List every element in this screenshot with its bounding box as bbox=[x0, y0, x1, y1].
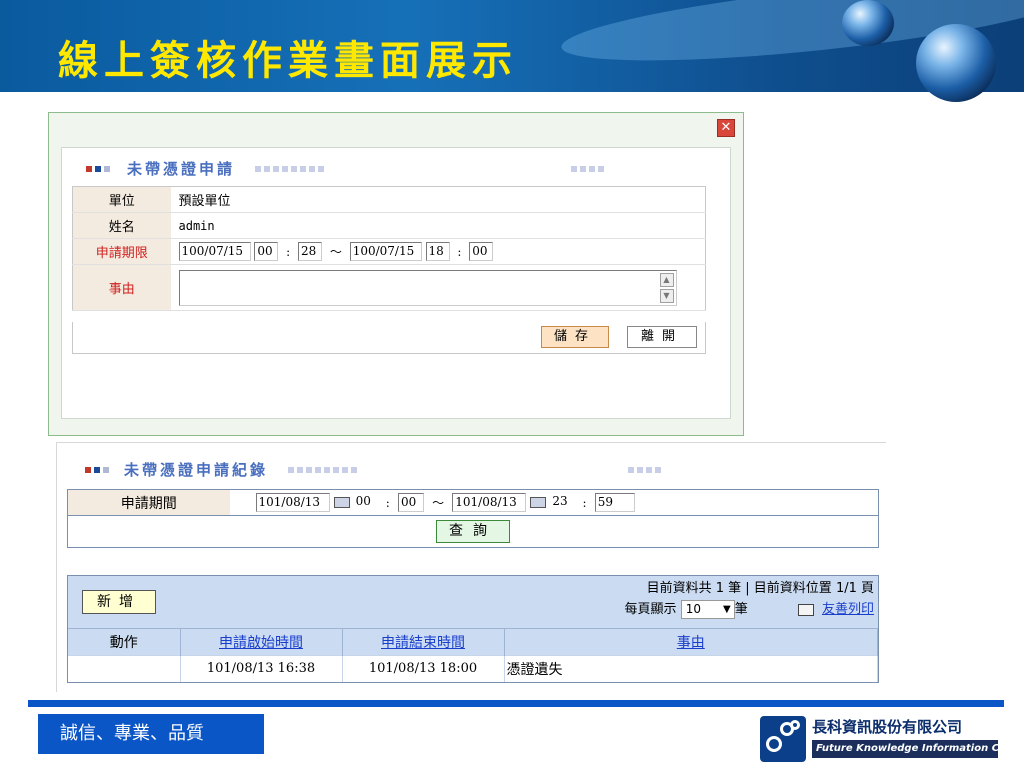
start-date-input[interactable]: 100/07/15 bbox=[178, 242, 251, 261]
form-row-period: 申請期限 100/07/15 00 : 28 ～ 100/07/15 18 : … bbox=[72, 238, 706, 265]
friendly-print-link[interactable]: 友善列印 bbox=[822, 602, 874, 617]
form-row-reason: 事由 ▲ ▼ bbox=[72, 264, 706, 311]
query-start-date-input[interactable]: 101/08/13 bbox=[255, 493, 330, 512]
save-button[interactable]: 儲存 bbox=[541, 326, 609, 348]
query-start-hour-input[interactable]: 00 bbox=[353, 493, 378, 512]
query-end-hour-input[interactable]: 23 bbox=[550, 493, 575, 512]
globe-icon-small bbox=[842, 0, 894, 46]
start-hour-input[interactable]: 00 bbox=[254, 242, 279, 261]
chevron-down-icon: ▼ bbox=[722, 604, 731, 615]
table-row: 101/08/13 16:38 101/08/13 18:00 憑證遺失 bbox=[68, 655, 878, 682]
time-colon: : bbox=[457, 244, 462, 259]
name-label: 姓名 bbox=[72, 212, 171, 239]
printer-icon[interactable] bbox=[797, 603, 814, 616]
time-colon: : bbox=[582, 495, 587, 510]
records-list: 新增 目前資料共 1 筆 | 目前資料位置 1/1 頁 每頁顯示 10 ▼ 筆 友善… bbox=[67, 575, 879, 683]
list-info: 目前資料共 1 筆 | 目前資料位置 1/1 頁 每頁顯示 10 ▼ 筆 友善列印 bbox=[625, 578, 874, 620]
end-hour-input[interactable]: 18 bbox=[425, 242, 450, 261]
dialog-content: 未帶憑證申請 單位 預設單位 姓名 admin 申請期限 100/07/15 0… bbox=[61, 147, 731, 419]
scroll-down-icon[interactable]: ▼ bbox=[659, 288, 674, 303]
query-period-label: 申請期間 bbox=[67, 489, 230, 516]
time-colon: : bbox=[385, 495, 390, 510]
page-size-select[interactable]: 10 ▼ bbox=[680, 600, 735, 619]
bullet-icon bbox=[104, 165, 110, 172]
reason-cell: ▲ ▼ bbox=[170, 264, 706, 311]
slide-title: 線上簽核作業畫面展示 bbox=[58, 37, 518, 84]
start-minute-input[interactable]: 28 bbox=[298, 242, 323, 261]
company-logo-icon bbox=[760, 716, 806, 762]
form-row-unit: 單位 預設單位 bbox=[72, 186, 706, 213]
unit-value: 預設單位 bbox=[170, 186, 706, 213]
calendar-icon[interactable] bbox=[530, 497, 547, 508]
scroll-up-icon[interactable]: ▲ bbox=[659, 272, 674, 287]
range-separator: ～ bbox=[329, 245, 342, 259]
records-panel: 未帶憑證申請紀錄 申請期間 101/08/13 00 : 00 ～ 101/08… bbox=[56, 442, 886, 692]
sort-reason-link[interactable]: 事由 bbox=[677, 635, 705, 651]
page-size-value: 10 bbox=[685, 602, 701, 616]
row-action-cell bbox=[68, 655, 181, 682]
query-form: 申請期間 101/08/13 00 : 00 ～ 101/08/13 23 : … bbox=[67, 489, 879, 548]
form-row-name: 姓名 admin bbox=[72, 212, 706, 239]
footer-divider bbox=[28, 700, 1004, 707]
sort-end-link[interactable]: 申請結束時間 bbox=[381, 635, 465, 651]
records-section-title: 未帶憑證申請紀錄 bbox=[124, 461, 269, 479]
records-section-header: 未帶憑證申請紀錄 bbox=[85, 459, 664, 480]
bullet-icon bbox=[86, 165, 92, 172]
dialog-section-header: 未帶憑證申請 bbox=[86, 158, 607, 179]
query-end-date-input[interactable]: 101/08/13 bbox=[452, 493, 527, 512]
company-name: 長科資訊股份有限公司 bbox=[812, 718, 963, 736]
reason-label: 事由 bbox=[72, 264, 171, 311]
row-end-cell: 101/08/13 18:00 bbox=[342, 655, 505, 682]
query-start-minute-input[interactable]: 00 bbox=[397, 493, 424, 512]
page-size-row: 每頁顯示 10 ▼ 筆 友善列印 bbox=[625, 599, 874, 620]
sort-start-link[interactable]: 申請啟始時間 bbox=[219, 635, 303, 651]
column-header-action: 動作 bbox=[68, 628, 181, 656]
column-header-end[interactable]: 申請結束時間 bbox=[342, 628, 505, 656]
column-header-reason[interactable]: 事由 bbox=[504, 628, 878, 656]
add-button[interactable]: 新增 bbox=[82, 590, 156, 614]
row-start-cell: 101/08/13 16:38 bbox=[180, 655, 343, 682]
record-count-text: 目前資料共 1 筆 | 目前資料位置 1/1 頁 bbox=[646, 581, 874, 596]
period-label: 申請期限 bbox=[72, 238, 171, 265]
query-period-inputs: 101/08/13 00 : 00 ～ 101/08/13 23 : 59 bbox=[229, 489, 879, 516]
page-size-unit: 筆 bbox=[734, 602, 748, 617]
dialog-button-row: 儲存 離開 bbox=[72, 322, 706, 354]
application-dialog: ✕ 未帶憑證申請 單位 預設單位 姓名 admin 申請期限 100/07/15… bbox=[48, 112, 744, 436]
time-colon: : bbox=[286, 244, 291, 259]
company-name-en: Future Knowledge Information Co. bbox=[812, 740, 1010, 758]
query-button[interactable]: 查詢 bbox=[436, 520, 510, 543]
calendar-icon[interactable] bbox=[333, 497, 350, 508]
query-row-button: 查詢 bbox=[68, 516, 879, 548]
range-separator: ～ bbox=[432, 496, 445, 510]
records-table: 動作 申請啟始時間 申請結束時間 事由 101/08/13 16:38 101/… bbox=[68, 628, 878, 682]
application-form: 單位 預設單位 姓名 admin 申請期限 100/07/15 00 : 28 … bbox=[72, 186, 706, 311]
query-button-cell: 查詢 bbox=[68, 516, 879, 548]
bullet-icon bbox=[95, 165, 101, 172]
query-row-period: 申請期間 101/08/13 00 : 00 ～ 101/08/13 23 : … bbox=[67, 489, 879, 516]
globe-icon-large bbox=[916, 24, 996, 102]
end-date-input[interactable]: 100/07/15 bbox=[349, 242, 422, 261]
page-size-label: 每頁顯示 bbox=[624, 602, 677, 617]
dialog-section-title: 未帶憑證申請 bbox=[127, 160, 236, 178]
bullet-icon bbox=[85, 466, 91, 473]
unit-label: 單位 bbox=[72, 186, 171, 213]
leave-button[interactable]: 離開 bbox=[627, 326, 697, 348]
row-reason-cell: 憑證遺失 bbox=[504, 655, 878, 682]
records-header-row: 動作 申請啟始時間 申請結束時間 事由 bbox=[68, 628, 878, 656]
bullet-icon bbox=[94, 466, 100, 473]
end-minute-input[interactable]: 00 bbox=[469, 242, 494, 261]
name-value: admin bbox=[170, 212, 706, 239]
period-inputs: 100/07/15 00 : 28 ～ 100/07/15 18 : 00 bbox=[170, 238, 706, 265]
query-end-minute-input[interactable]: 59 bbox=[594, 493, 635, 512]
close-icon[interactable]: ✕ bbox=[717, 119, 735, 137]
reason-textarea[interactable]: ▲ ▼ bbox=[178, 269, 677, 306]
bullet-icon bbox=[103, 466, 109, 473]
company-motto: 誠信、專業、品質 bbox=[38, 714, 264, 754]
company-brand: 長科資訊股份有限公司 Future Knowledge Information … bbox=[760, 716, 1010, 762]
column-header-start[interactable]: 申請啟始時間 bbox=[180, 628, 343, 656]
